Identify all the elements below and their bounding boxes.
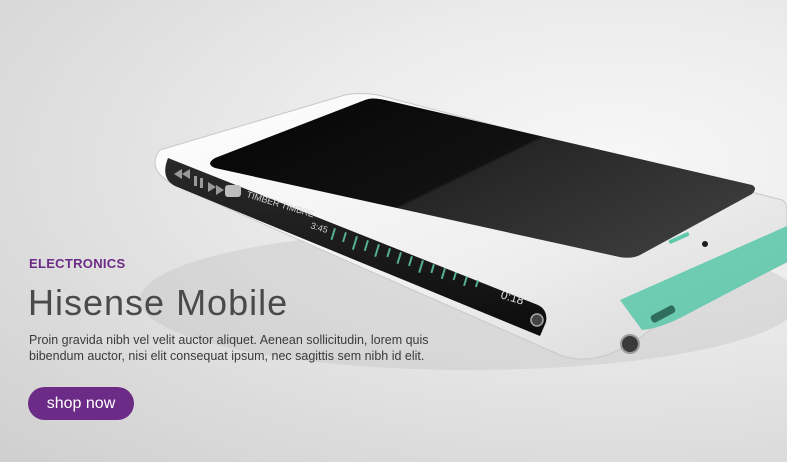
category-label: ELECTRONICS — [29, 256, 126, 271]
front-camera — [702, 241, 708, 247]
shop-now-button[interactable]: shop now — [28, 387, 134, 420]
message-icon — [225, 185, 241, 197]
page-title: Hisense Mobile — [28, 282, 289, 323]
home-button — [530, 313, 544, 327]
product-description: Proin gravida nibh vel velit auctor aliq… — [29, 333, 429, 363]
audio-jack — [620, 334, 640, 354]
hero-banner: TIMBER TIMBRE 3:45 0:18 ELECTRONICS Hise… — [0, 0, 787, 462]
